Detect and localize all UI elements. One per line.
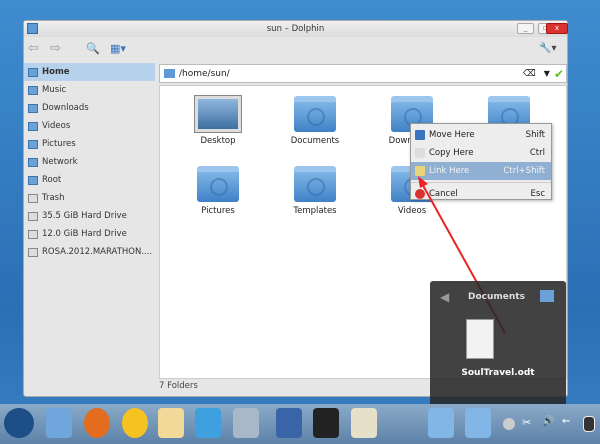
remote-desktop-icon[interactable] [276,408,302,438]
media-player-icon[interactable] [195,408,221,438]
volume-icon[interactable]: 🔊 [542,416,554,430]
file-name[interactable]: SoulTravel.odt [430,368,566,378]
mail-icon[interactable] [158,408,184,438]
folder-widget-icon[interactable] [465,408,491,438]
network-icon[interactable] [583,416,595,432]
popup-back-button[interactable]: ◀ [440,290,449,304]
firefox-icon[interactable] [84,408,110,438]
clipboard-icon[interactable]: ✂ [522,416,534,430]
folder-widget-icon[interactable] [428,408,454,438]
start-menu-icon[interactable] [4,408,34,438]
folder-icon[interactable] [540,290,554,302]
update-icon[interactable] [503,418,515,430]
system-settings-icon[interactable] [233,408,259,438]
document-icon[interactable] [466,319,494,359]
chat-icon[interactable] [122,408,148,438]
notes-icon[interactable] [351,408,377,438]
terminal-icon[interactable] [313,408,339,438]
file-manager-icon[interactable] [46,408,72,438]
taskbar: ✂ 🔊 ⇜ [0,404,600,444]
popup-title: Documents [468,292,525,302]
usb-icon[interactable]: ⇜ [562,416,574,430]
folder-popup: ◀ Documents SoulTravel.odt [430,281,566,408]
